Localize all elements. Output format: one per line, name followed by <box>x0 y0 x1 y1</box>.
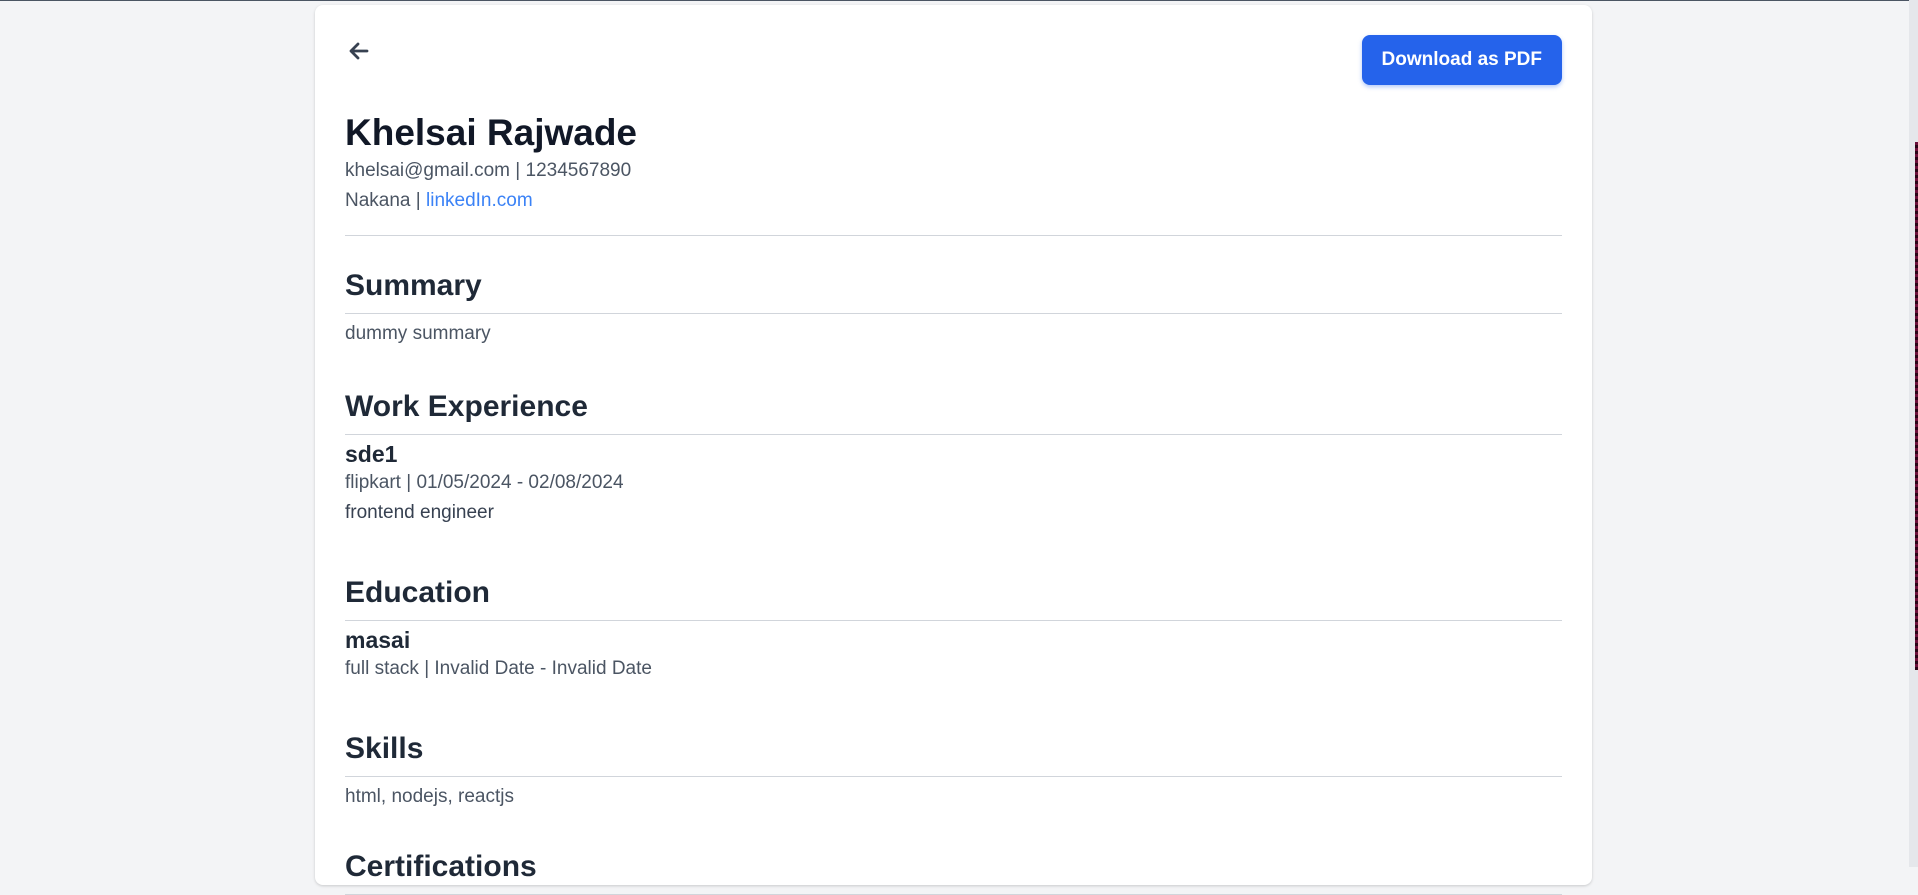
resume-name: Khelsai Rajwade <box>345 112 638 153</box>
section-title-certifications: Certifications <box>345 848 1562 895</box>
contact-separator: | <box>510 160 526 181</box>
contact-email: khelsai@gmail.com <box>345 160 511 181</box>
section-title-skills: Skills <box>345 730 1562 777</box>
work-item-meta: flipkart | 01/05/2024 - 02/08/2024 <box>345 472 624 493</box>
work-item-description: frontend engineer <box>345 502 494 523</box>
skills-section: Skills html, nodejs, reactjs <box>345 730 1562 810</box>
window-top-border <box>0 0 1918 1</box>
education-section: Education masai full stack | Invalid Dat… <box>345 574 1562 682</box>
scrollbar-track[interactable] <box>1909 0 1918 867</box>
contact-location: Nakana <box>345 190 411 211</box>
arrow-left-icon <box>349 42 369 60</box>
linkedin-link[interactable]: linkedIn.com <box>426 190 533 211</box>
back-button[interactable] <box>345 37 373 65</box>
education-item-institution: masai <box>345 627 411 653</box>
contact-separator: | <box>410 190 426 211</box>
work-item-role: sde1 <box>345 441 398 467</box>
education-item-meta: full stack | Invalid Date - Invalid Date <box>345 658 652 679</box>
contact-phone: 1234567890 <box>525 160 632 181</box>
section-title-education: Education <box>345 574 1562 621</box>
education-item: masai full stack | Invalid Date - Invali… <box>345 625 1562 682</box>
section-title-summary: Summary <box>345 267 1562 314</box>
summary-section: Summary dummy summary <box>345 267 1562 347</box>
resume-preview-card: Download as PDF Khelsai Rajwade khelsai@… <box>315 5 1592 895</box>
certifications-section: Certifications <box>345 848 1562 895</box>
header-divider <box>345 235 1562 236</box>
summary-text: dummy summary <box>345 323 491 344</box>
section-title-work-experience: Work Experience <box>345 388 1562 435</box>
download-pdf-button[interactable]: Download as PDF <box>1361 35 1562 85</box>
skills-text: html, nodejs, reactjs <box>345 786 514 807</box>
work-item: sde1 flipkart | 01/05/2024 - 02/08/2024 … <box>345 439 1562 526</box>
work-experience-section: Work Experience sde1 flipkart | 01/05/20… <box>345 388 1562 526</box>
contact-line-location-link: Nakana | linkedIn.com <box>345 188 533 214</box>
contact-line-email-phone: khelsai@gmail.com | 1234567890 <box>345 158 631 184</box>
